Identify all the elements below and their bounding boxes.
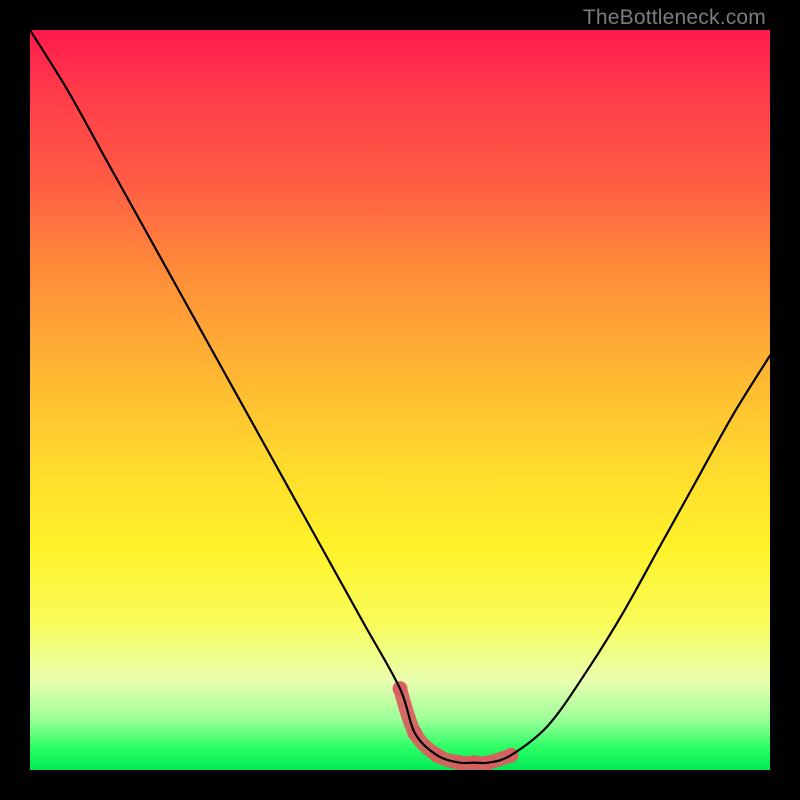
chart-svg (30, 30, 770, 770)
plot-area (30, 30, 770, 770)
bottleneck-curve (30, 30, 770, 763)
watermark-text: TheBottleneck.com (583, 6, 766, 30)
chart-frame: TheBottleneck.com (0, 0, 800, 800)
